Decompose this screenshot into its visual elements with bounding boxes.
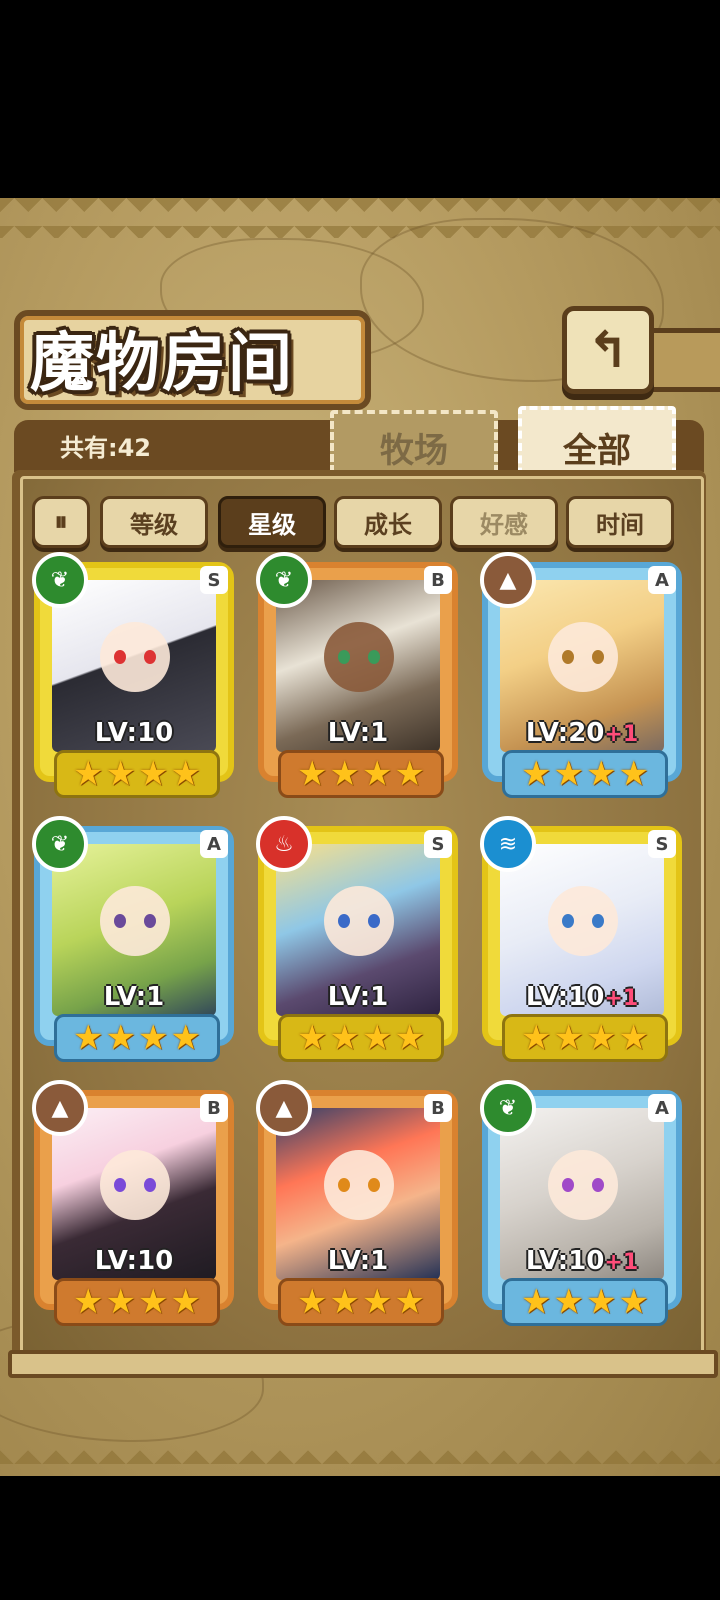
star-rating: ★ ★ ★ ★ — [54, 750, 220, 798]
tab-all-label: 全部 — [563, 430, 631, 471]
water-element-icon: ≋ — [480, 816, 536, 872]
level-label: LV:1 — [103, 982, 165, 1012]
star-rating: ★ ★ ★ ★ — [278, 750, 444, 798]
sort-by-affection-button[interactable]: 好感 — [450, 496, 558, 548]
rank-badge: S — [648, 830, 676, 858]
top-border-decoration — [0, 198, 720, 238]
leaf-element-icon: ❦ — [32, 816, 88, 872]
rank-badge: A — [648, 1094, 676, 1122]
earth-element-icon: ▲ — [480, 552, 536, 608]
star-rating: ★ ★ ★ ★ — [502, 1278, 668, 1326]
sort-by-level-button[interactable]: 等级 — [100, 496, 208, 548]
rank-badge: A — [648, 566, 676, 594]
monster-card[interactable]: B ❦ LV:1 ★ ★ ★ ★ — [256, 552, 458, 798]
tab-ranch-label: 牧场 — [380, 430, 448, 471]
bottom-border-decoration — [0, 1436, 720, 1476]
level-label: LV:1 — [327, 718, 389, 748]
monster-card[interactable]: S ≋ LV:10+1 ★ ★ ★ ★ — [480, 816, 682, 1062]
monster-card[interactable]: B ▲ LV:1 ★ ★ ★ ★ — [256, 1080, 458, 1326]
earth-element-icon: ▲ — [32, 1080, 88, 1136]
level-label: LV:10 — [94, 718, 174, 748]
level-label: LV:1 — [327, 1246, 389, 1276]
monster-card[interactable]: S ❦ LV:10 ★ ★ ★ ★ — [32, 552, 234, 798]
rank-badge: B — [200, 1094, 228, 1122]
star-rating: ★ ★ ★ ★ — [54, 1278, 220, 1326]
sort-by-growth-button[interactable]: 成长 — [334, 496, 442, 548]
sort-by-star-button[interactable]: 星级 — [218, 496, 326, 548]
sort-label: 成长 — [364, 510, 412, 539]
sort-label: 好感 — [480, 510, 528, 539]
rank-badge: S — [424, 830, 452, 858]
rank-badge: S — [200, 566, 228, 594]
sort-label: 等级 — [130, 510, 178, 539]
leaf-element-icon: ❦ — [32, 552, 88, 608]
level-label: LV:10+1 — [525, 982, 639, 1012]
monster-card[interactable]: A ▲ LV:20+1 ★ ★ ★ ★ — [480, 552, 682, 798]
leaf-element-icon: ❦ — [480, 1080, 536, 1136]
star-rating: ★ ★ ★ ★ — [278, 1278, 444, 1326]
panel-bottom-rail — [8, 1350, 718, 1378]
fire-element-icon: ♨ — [256, 816, 312, 872]
star-rating: ★ ★ ★ ★ — [278, 1014, 444, 1062]
rank-badge: B — [424, 1094, 452, 1122]
rank-badge: B — [424, 566, 452, 594]
page-title: 魔物房间 — [30, 326, 294, 401]
monster-card[interactable]: A ❦ LV:1 ★ ★ ★ ★ — [32, 816, 234, 1062]
monster-card[interactable]: B ▲ LV:10 ★ ★ ★ ★ — [32, 1080, 234, 1326]
sort-by-time-button[interactable]: 时间 — [566, 496, 674, 548]
star-rating: ★ ★ ★ ★ — [502, 750, 668, 798]
monster-card[interactable]: A ❦ LV:10+1 ★ ★ ★ ★ — [480, 1080, 682, 1326]
rank-badge: A — [200, 830, 228, 858]
back-button[interactable]: ↰ — [562, 306, 654, 394]
sort-label: 时间 — [596, 510, 644, 539]
level-label: LV:10+1 — [525, 1246, 639, 1276]
monster-card[interactable]: S ♨ LV:1 ★ ★ ★ ★ — [256, 816, 458, 1062]
star-rating: ★ ★ ★ ★ — [54, 1014, 220, 1062]
level-label: LV:20+1 — [525, 718, 639, 748]
return-arrow-icon: ↰ — [587, 321, 629, 379]
level-label: LV:10 — [94, 1246, 174, 1276]
monster-count: 共有:42 — [60, 434, 151, 462]
star-rating: ★ ★ ★ ★ — [502, 1014, 668, 1062]
earth-element-icon: ▲ — [256, 1080, 312, 1136]
filter-toggle-icon: ⏸ — [54, 506, 68, 537]
level-label: LV:1 — [327, 982, 389, 1012]
leaf-element-icon: ❦ — [256, 552, 312, 608]
sort-label: 星级 — [248, 510, 296, 539]
filter-toggle-button[interactable]: ⏸ — [32, 496, 90, 548]
